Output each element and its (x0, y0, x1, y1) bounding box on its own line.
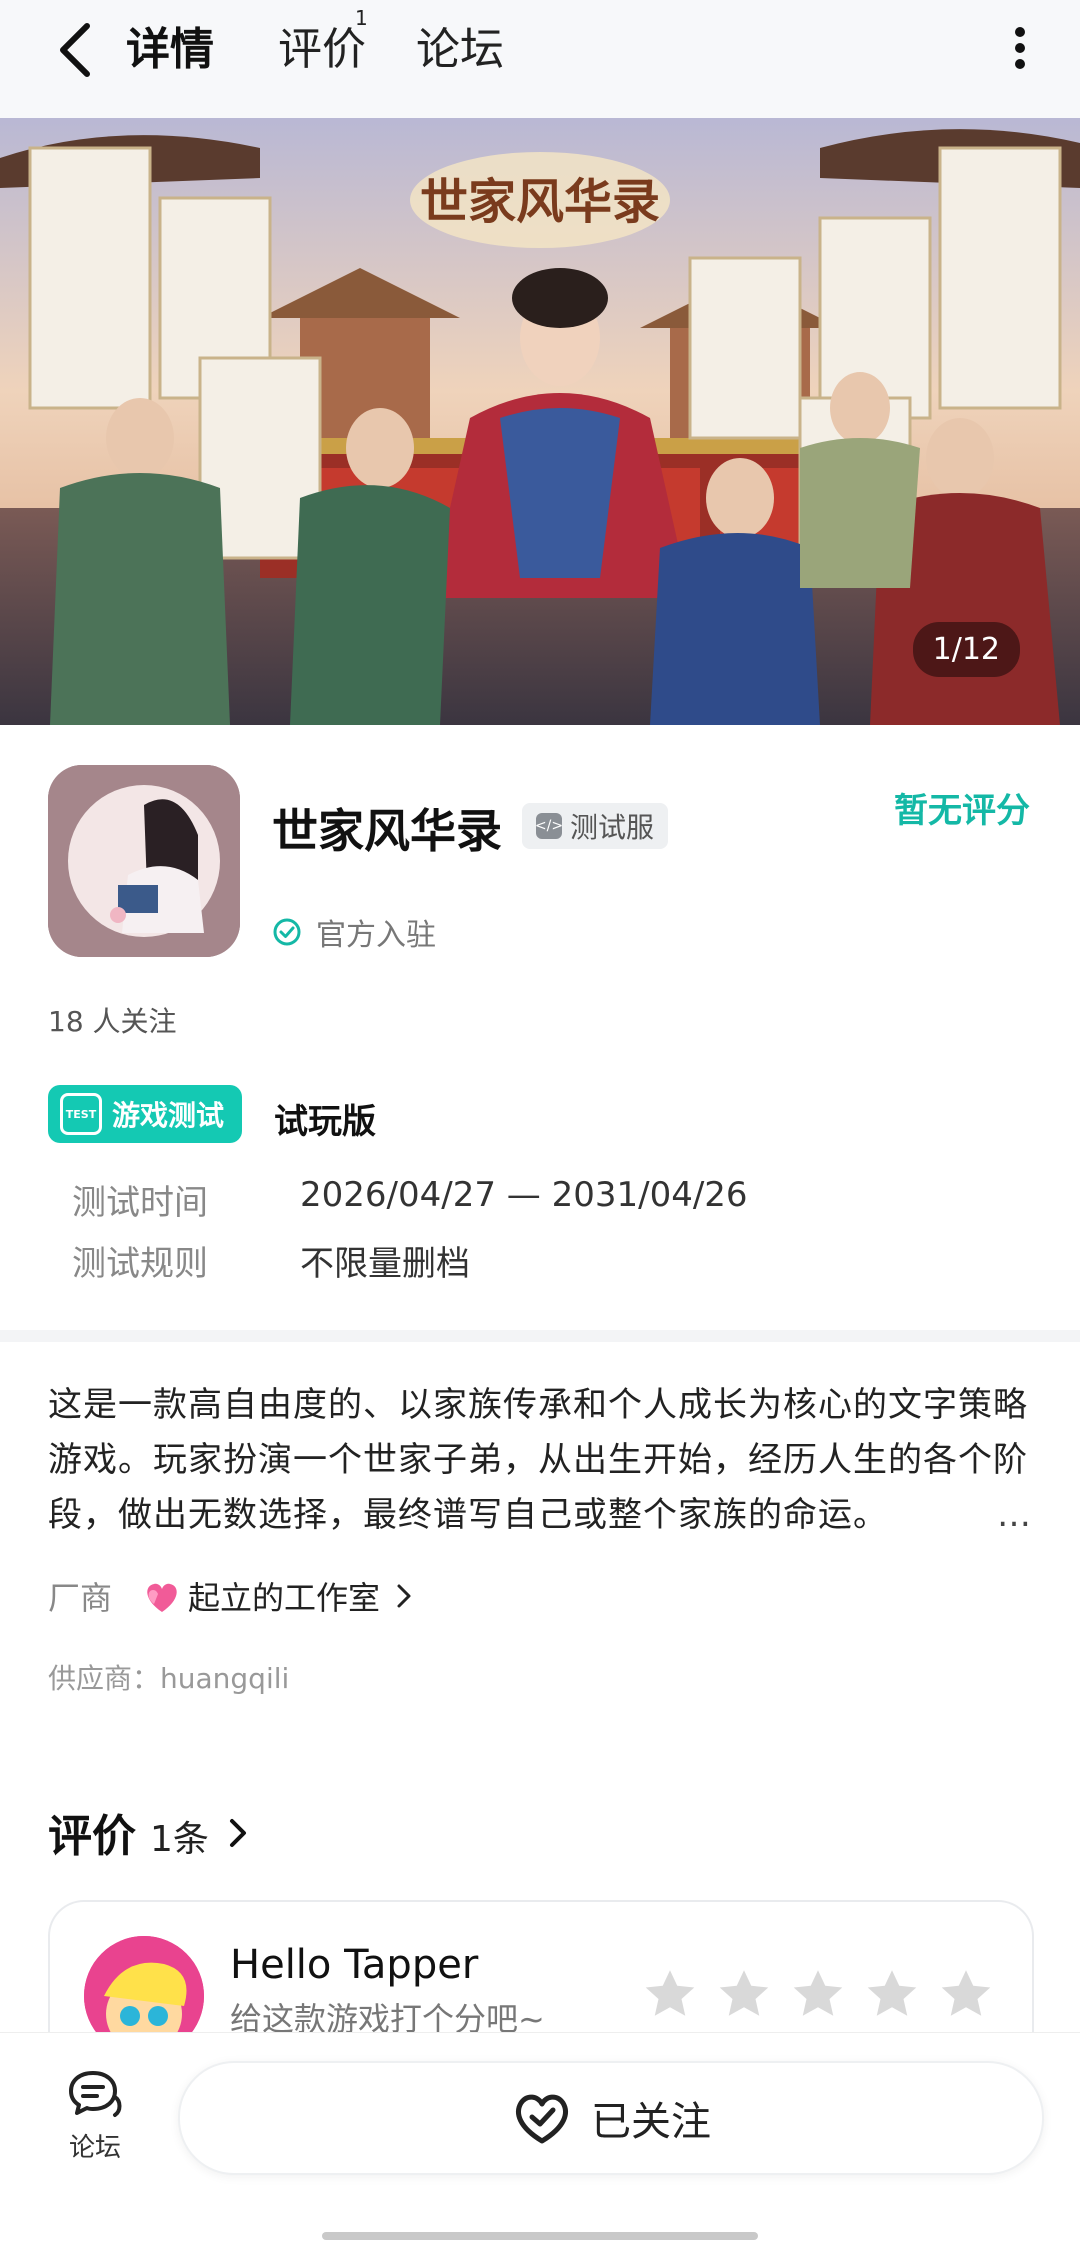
section-divider (0, 1330, 1080, 1342)
description-text: 这是一款高自由度的、以家族传承和个人成长为核心的文字策略游戏。玩家扮演一个世家子… (48, 1385, 1028, 1535)
follow-button[interactable]: 已关注 (178, 2061, 1044, 2175)
sparkle-heart-icon (147, 1583, 177, 1612)
test-time-label: 测试时间 (72, 1183, 208, 1223)
avatar (84, 1936, 204, 2042)
tab-forum[interactable]: 论坛 (416, 14, 504, 86)
reviews-heading: 评价 (48, 1811, 136, 1862)
game-test-label: 游戏测试 (112, 1099, 225, 1132)
test-rule-value: 不限量删档 (300, 1244, 470, 1284)
app-name: 世家风华录 (272, 804, 502, 858)
rating-status: 暂无评分 (894, 791, 1030, 831)
tab-detail[interactable]: 详情 (122, 14, 218, 86)
home-indicator (322, 2232, 758, 2240)
reviews-header[interactable]: 评价 1条 (48, 1800, 253, 1864)
heart-check-icon (516, 2094, 568, 2144)
chevron-left-icon (60, 23, 90, 77)
forum-tab-label: 论坛 (68, 2133, 121, 2163)
avatar-mascot (84, 1936, 204, 2042)
chevron-right-icon (397, 1584, 411, 1608)
test-version: 试玩版 (274, 1102, 376, 1142)
test-icon: TEST (60, 1093, 102, 1135)
screenshot-carousel[interactable]: 世家风华录 1/12 (0, 118, 1080, 725)
app-icon-artwork (48, 765, 240, 957)
star-icon[interactable] (862, 1964, 922, 2024)
follower-count: 18 人关注 (48, 1005, 177, 1038)
app-icon[interactable] (48, 765, 240, 957)
bottom-action-bar: 论坛 已关注 (0, 2032, 1080, 2249)
top-nav-bar: 详情 评价 1 论坛 (0, 0, 1080, 118)
chevron-right-icon (229, 1819, 246, 1847)
test-server-badge: </> 测试服 (522, 803, 669, 849)
star-icon[interactable] (714, 1964, 774, 2024)
more-options-button[interactable] (990, 18, 1050, 78)
star-rating[interactable] (640, 1964, 996, 2024)
follow-button-label: 已关注 (591, 2099, 711, 2145)
expand-description[interactable]: … (997, 1488, 1032, 1543)
vendor-row[interactable]: 厂商 起立的工作室 (48, 1573, 416, 1619)
more-vertical-icon (1015, 27, 1025, 69)
tab-review[interactable]: 评价 (278, 14, 366, 86)
game-test-tag[interactable]: TEST 游戏测试 (48, 1085, 243, 1143)
test-rule-label: 测试规则 (72, 1244, 208, 1284)
code-icon: </> (535, 813, 563, 839)
test-server-label: 测试服 (570, 811, 655, 844)
forum-chat-icon (69, 2071, 122, 2117)
verified-check-icon (273, 918, 301, 946)
star-icon[interactable] (936, 1964, 996, 2024)
user-name: Hello Tapper (230, 1942, 479, 1988)
vendor-name: 起立的工作室 (188, 1579, 381, 1617)
star-icon[interactable] (640, 1964, 700, 2024)
rate-game-card: Hello Tapper 给这款游戏打个分吧~ (48, 1900, 1034, 2042)
vendor-label: 厂商 (48, 1579, 113, 1617)
supplier-info: 供应商：huangqili (48, 1662, 290, 1695)
reviews-count: 1条 (150, 1819, 209, 1860)
official-label: 官方入驻 (316, 918, 436, 953)
test-time-value: 2026/04/27 — 2031/04/26 (300, 1175, 748, 1215)
back-button[interactable] (44, 14, 106, 86)
banner-title: 世家风华录 (420, 174, 660, 230)
forum-tab-button[interactable]: 论坛 (40, 2067, 150, 2164)
carousel-counter: 1/12 (912, 622, 1020, 677)
official-status: 官方入驻 (272, 910, 436, 954)
tab-review-label: 评价 (278, 24, 366, 75)
tab-detail-label: 详情 (126, 24, 214, 75)
star-icon[interactable] (788, 1964, 848, 2024)
game-description[interactable]: 这是一款高自由度的、以家族传承和个人成长为核心的文字策略游戏。玩家扮演一个世家子… (48, 1378, 1032, 1543)
review-count-badge: 1 (355, 6, 368, 30)
tab-forum-label: 论坛 (416, 24, 504, 75)
